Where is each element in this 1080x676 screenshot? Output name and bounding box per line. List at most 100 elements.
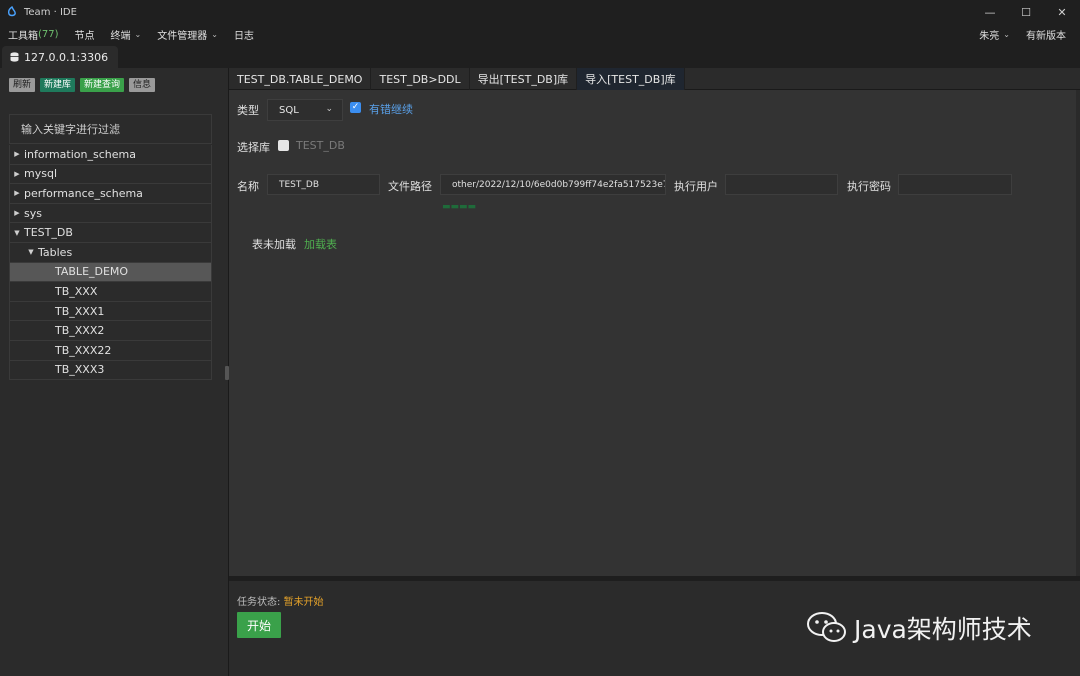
type-select-value: SQL — [279, 104, 299, 116]
continue-on-error-label[interactable]: 有错继续 — [369, 101, 413, 117]
select-db-label: 选择库 — [237, 141, 270, 154]
menu-terminal-label: 终端 — [110, 30, 131, 42]
menu-toolbox-label: 工具箱 — [8, 30, 38, 42]
tree-item[interactable]: TB_XXX1 — [9, 301, 212, 322]
chevron-down-icon: ⌄ — [211, 29, 218, 39]
toolbox-count: (77) — [38, 28, 59, 40]
tree-item[interactable]: ▶ information_schema — [9, 145, 212, 165]
menu-toolbox[interactable]: 工具箱 (77) — [0, 27, 67, 42]
tree-item-label: information_schema — [24, 147, 136, 161]
caret-right-icon[interactable]: ▶ — [10, 170, 24, 178]
caret-right-icon[interactable]: ▶ — [10, 209, 24, 217]
watermark: Java架构师技术 — [806, 610, 1032, 646]
maximize-icon[interactable]: ☐ — [1008, 0, 1044, 24]
minimize-icon[interactable]: — — [972, 0, 1008, 24]
tree-item[interactable]: ▶ performance_schema — [9, 184, 212, 204]
editor-tab[interactable]: TEST_DB.TABLE_DEMO — [229, 68, 372, 90]
exec-password-input[interactable] — [898, 174, 1012, 195]
tree-item[interactable]: TB_XXX22 — [9, 340, 212, 361]
editor-tab-label: TEST_DB.TABLE_DEMO — [237, 72, 363, 86]
watermark-text: Java架构师技术 — [854, 615, 1032, 644]
tree-item-label: mysql — [24, 167, 57, 181]
menu-file-manager-label: 文件管理器 — [157, 30, 208, 42]
menu-file-manager[interactable]: 文件管理器 ⌄ — [149, 27, 226, 42]
exec-user-input[interactable] — [725, 174, 838, 195]
new-version-label: 有新版本 — [1026, 30, 1066, 42]
connection-tab-label: 127.0.0.1:3306 — [24, 50, 109, 64]
tree-item-label: TEST_DB — [24, 226, 73, 240]
menu-node-label: 节点 — [74, 30, 95, 42]
exec-user-label: 执行用户 — [674, 180, 718, 193]
file-path-input-value: other/2022/12/10/6e0d0b799ff74e2fa517523… — [452, 179, 666, 190]
file-path-input[interactable]: other/2022/12/10/6e0d0b799ff74e2fa517523… — [440, 174, 666, 195]
user-name: 朱亮 — [979, 30, 1000, 42]
wechat-icon — [807, 612, 846, 642]
tree-item-label: performance_schema — [24, 186, 143, 200]
new-database-button[interactable]: 新建库 — [40, 78, 76, 92]
editor-tab-label: 导入[TEST_DB]库 — [585, 73, 676, 86]
caret-right-icon[interactable]: ▶ — [10, 189, 24, 197]
caret-down-icon[interactable]: ▼ — [24, 248, 38, 256]
tree-item[interactable]: ▶ sys — [9, 203, 212, 224]
editor-tab-label: 导出[TEST_DB]库 — [477, 73, 569, 86]
connection-tab[interactable]: 127.0.0.1:3306 — [2, 46, 118, 68]
editor-tab-bar: TEST_DB.TABLE_DEMO TEST_DB>DDL 导出[TEST_DB]… — [229, 68, 1080, 90]
user-menu[interactable]: 朱亮 ⌄ — [971, 27, 1018, 42]
name-label: 名称 — [237, 180, 259, 193]
tree-item[interactable]: ▼ Tables — [9, 242, 212, 263]
menu-terminal[interactable]: 终端 ⌄ — [103, 27, 150, 42]
menu-bar: 工具箱 (77) 节点 终端 ⌄ 文件管理器 ⌄ 日志 朱亮 ⌄ 有新版本 — [0, 24, 1080, 44]
editor-tab-label: TEST_DB>DDL — [379, 72, 461, 86]
connection-tab-bar: 127.0.0.1:3306 — [0, 44, 1080, 68]
menu-log[interactable]: 日志 — [226, 27, 262, 42]
tree-item[interactable]: TABLE_DEMO — [9, 262, 212, 283]
database-icon — [10, 52, 19, 62]
start-button[interactable]: 开始 — [237, 612, 281, 638]
title-bar: Team · IDE — ☐ ✕ — [0, 0, 1080, 24]
type-label: 类型 — [237, 104, 259, 117]
caret-right-icon[interactable]: ▶ — [10, 150, 24, 158]
tree-item-label: TB_XXX1 — [55, 304, 105, 318]
db-option-label[interactable]: TEST_DB — [296, 139, 345, 152]
name-input-value: TEST_DB — [279, 179, 319, 190]
tree-item-label: TB_XXX3 — [55, 363, 105, 377]
tree-item-label: TB_XXX22 — [55, 343, 112, 357]
new-query-button[interactable]: 新建查询 — [80, 78, 125, 92]
tree-item[interactable]: ▼ TEST_DB — [9, 223, 212, 243]
database-tree: ▶ information_schema ▶ mysql ▶ performance_sc… — [9, 145, 212, 381]
menu-log-label: 日志 — [233, 30, 254, 42]
app-logo-icon — [7, 6, 16, 17]
menu-right: 朱亮 ⌄ 有新版本 — [971, 24, 1074, 44]
caret-down-icon[interactable]: ▼ — [10, 229, 24, 237]
tree-item[interactable]: ▶ mysql — [9, 164, 212, 185]
new-version-link[interactable]: 有新版本 — [1018, 27, 1074, 42]
import-panel — [229, 90, 1076, 576]
type-select[interactable]: SQL ⌄ — [267, 99, 343, 121]
chevron-down-icon: ⌄ — [1003, 29, 1010, 39]
tree-item-label: TB_XXX — [55, 284, 98, 298]
refresh-button[interactable]: 刷新 — [9, 78, 36, 92]
db-option-checkbox[interactable] — [278, 140, 289, 151]
tree-item-label: TB_XXX2 — [55, 324, 105, 338]
info-button[interactable]: 信息 — [129, 78, 156, 92]
chevron-down-icon: ⌄ — [134, 29, 142, 39]
table-not-loaded-text: 表未加载 — [252, 238, 296, 251]
menu-node[interactable]: 节点 — [67, 27, 103, 42]
window-title: Team · IDE — [24, 6, 77, 18]
continue-on-error-checkbox[interactable]: ✓ — [350, 102, 361, 113]
exec-password-label: 执行密码 — [847, 180, 891, 193]
upload-hint: ▬▬▬▬ — [442, 202, 477, 212]
tree-item[interactable]: TB_XXX2 — [9, 321, 212, 341]
filter-input[interactable] — [9, 114, 212, 144]
name-input[interactable]: TEST_DB — [267, 174, 380, 195]
tree-item-label: Tables — [38, 245, 73, 259]
load-table-link[interactable]: 加载表 — [304, 236, 337, 252]
tree-item[interactable]: TB_XXX — [9, 282, 212, 302]
close-icon[interactable]: ✕ — [1044, 0, 1080, 24]
editor-tab[interactable]: 导入[TEST_DB]库 — [577, 68, 685, 90]
editor-tab[interactable]: TEST_DB>DDL — [371, 68, 470, 90]
file-path-label: 文件路径 — [388, 180, 432, 193]
vertical-scrollbar[interactable] — [1076, 90, 1080, 576]
editor-tab[interactable]: 导出[TEST_DB]库 — [470, 68, 578, 90]
tree-item[interactable]: TB_XXX3 — [9, 360, 212, 381]
